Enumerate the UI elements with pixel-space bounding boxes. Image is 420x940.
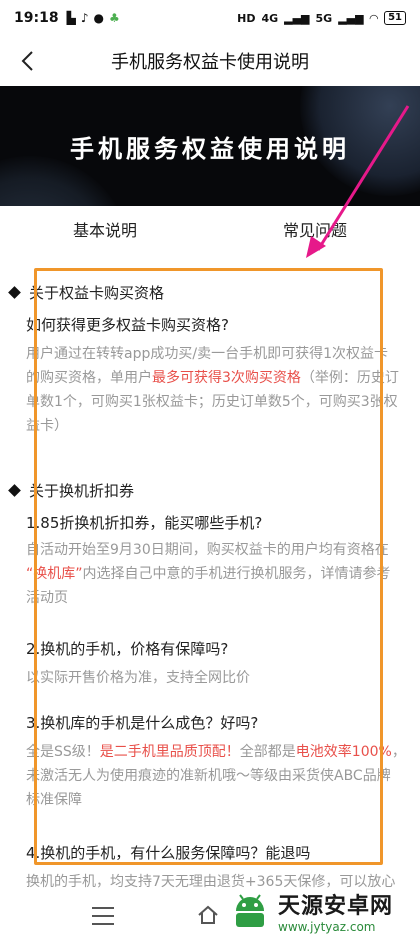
answer-line: 的购买资格，单用户最多可获得3次购买资格（举例：历史订 [26,370,399,386]
wifi-icon: ◠ [369,11,379,25]
watermark-text: 天源安卓网 www.jytyaz.com [278,888,393,934]
answer-text: 以实际开售价格为准，支持全网比价 [26,666,406,690]
diamond-bullet-icon [8,286,21,299]
tiktok-notification-icon: ♪ [80,11,89,25]
answer-text: 全是SS级！是二手机里品质顶配！全部都是电池效率100%， 未激活无人为使用痕迹… [26,740,406,812]
status-bar: 19:18 ▙ ♪ ● ♣ HD 4G ▂▄▆ 5G ▂▄▆ ◠ 51 [0,0,420,36]
answer-line: “换机库”内选择自己中意的手机进行换机服务，详情请参考 [26,566,391,582]
chevron-left-icon [21,51,33,71]
battery-indicator: 51 [384,11,406,25]
answer-line: 活动页 [26,590,68,606]
menu-button[interactable] [92,907,114,925]
answer-text: 自活动开始至9月30日期间，购买权益卡的用户均有资格在 “换机库”内选择自己中意… [26,538,406,610]
android-logo-icon [236,894,264,927]
answer-text: 用户通过在转转app成功买/卖一台手机即可获得1次权益卡 的购买资格，单用户最多… [26,342,406,438]
menu-line-icon [92,907,114,909]
menu-line-icon [92,915,114,917]
green-app-notification-icon: ♣ [108,11,120,25]
banner-decoration-left [0,156,130,206]
highlight-text: “换机库” [26,566,83,582]
answer-line: 益卡） [26,418,68,434]
watermark-name: 天源安卓网 [278,894,394,919]
answer-line: 未激活无人为使用痕迹的准新机哦～等级由采货侠ABC品牌 [26,768,391,784]
section-header-trade-in-coupon: 关于换机折扣券 [8,480,135,501]
answer-line: 单数1个，可购买1张权益卡；历史订单数5个，可购买3张权 [26,394,398,410]
highlight-text: 电池效率100% [295,744,392,760]
banner-title: 手机服务权益使用说明 [70,134,350,163]
home-icon [198,905,218,924]
question-item: 1.85折换机折扣券，能买哪些手机? [26,514,263,532]
section-header-purchase-eligibility: 关于权益卡购买资格 [8,282,165,303]
question-item: 3.换机库的手机是什么成色？好吗? [26,714,259,732]
back-button[interactable] [12,46,42,76]
question-item: 4.换机的手机，有什么服务保障吗？能退吗 [26,844,311,862]
section-title: 关于权益卡购买资格 [29,284,165,302]
answer-line: 自活动开始至9月30日期间，购买权益卡的用户均有资格在 [26,542,389,558]
top-nav-bar: 手机服务权益卡使用说明 [0,36,420,86]
answer-line: 以实际开售价格为准，支持全网比价 [26,670,250,686]
status-time: 19:18 [14,10,59,26]
question-item: 2.换机的手机，价格有保障吗? [26,640,229,658]
section-title: 关于换机折扣券 [29,482,135,500]
watermark-url: www.jytyaz.com [278,920,376,934]
diamond-bullet-icon [8,484,21,497]
signal-5g-indicator: 5G [315,11,333,25]
page-title: 手机服务权益卡使用说明 [111,52,309,73]
gallery-notification-icon: ▙ [66,11,76,25]
signal-4g-indicator: 4G [261,11,279,25]
app-notification-icon: ● [93,11,104,25]
tab-basic-info[interactable]: 基本说明 [0,206,210,256]
watermark: 天源安卓网 www.jytyaz.com [228,882,418,940]
signal-bars-icon-2: ▂▄▆ [338,11,364,25]
highlight-text: 是二手机里品质顶配！ [99,744,240,760]
home-button[interactable] [196,903,220,927]
highlight-text: 最多可获得3次购买资格 [152,370,301,386]
signal-bars-icon: ▂▄▆ [284,11,310,25]
answer-line: 用户通过在转转app成功买/卖一台手机即可获得1次权益卡 [26,346,388,362]
status-right-group: HD 4G ▂▄▆ 5G ▂▄▆ ◠ 51 [237,11,406,25]
answer-line: 标准保障 [26,792,82,808]
menu-line-icon [92,923,114,925]
hd-indicator: HD [237,11,256,25]
tab-bar: 基本说明 常见问题 [0,206,420,256]
answer-line: 全是SS级！是二手机里品质顶配！全部都是电池效率100%， [26,744,406,760]
header-banner: 手机服务权益使用说明 [0,86,420,206]
question-item: 如何获得更多权益卡购买资格? [26,316,229,334]
tab-faq[interactable]: 常见问题 [210,206,420,256]
